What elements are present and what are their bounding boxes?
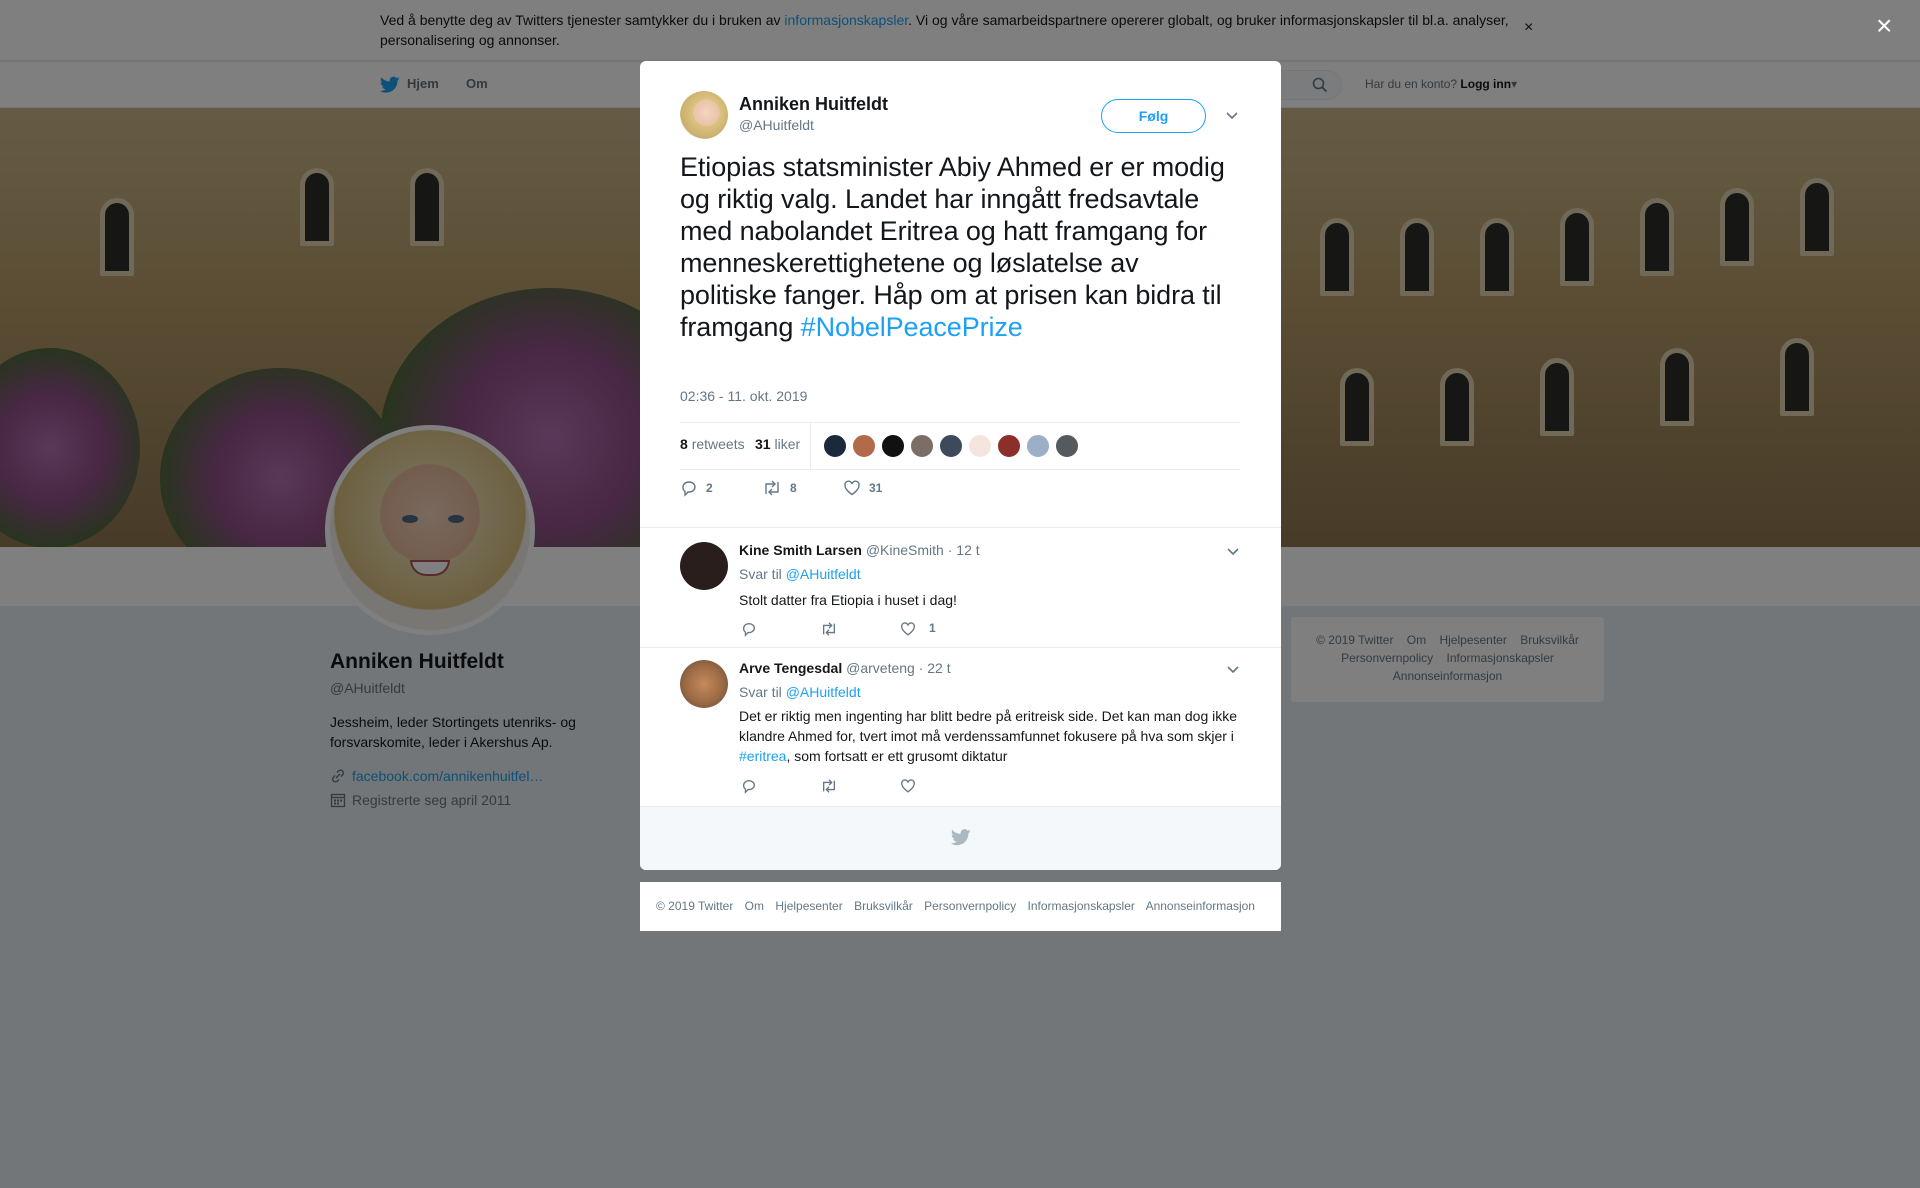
reply-mention[interactable]: @AHuitfeldt [786,566,861,582]
liker-avatar[interactable] [910,434,934,458]
like-count: 31 [869,481,883,495]
retweet-icon[interactable] [820,621,838,637]
reply-author-handle[interactable]: @KineSmith [866,542,944,558]
liker-avatars [823,434,1079,458]
reply-actions: 1 [739,621,1039,641]
modal-bottom-bar [640,806,1281,870]
footer-link-about[interactable]: Om [745,899,764,913]
reply-action[interactable]: 2 [680,479,713,497]
tweet-timestamp[interactable]: 02:36 - 11. okt. 2019 [680,388,807,404]
like-stat-label: liker [774,436,801,452]
reply-like-count: 1 [929,621,936,635]
reply-time[interactable]: · 22 t [919,660,951,676]
footer-link-cookies[interactable]: Informasjonskapsler [1028,899,1135,913]
reply-text: Det er riktig men ingenting har blitt be… [739,706,1244,766]
reply-hashtag[interactable]: #eritrea [739,748,786,764]
retweet-icon [765,480,779,496]
reply-icon[interactable] [741,621,757,637]
reply-mention[interactable]: @AHuitfeldt [786,684,861,700]
heart-icon [844,480,860,496]
reply-author-name[interactable]: Kine Smith Larsen [739,542,862,558]
heart-icon[interactable] [900,621,916,637]
liker-avatar[interactable] [1055,434,1079,458]
heart-icon[interactable] [900,778,916,794]
like-stat[interactable]: 31 liker [755,436,800,452]
reply-actions [739,778,1039,798]
reply-text-before: Det er riktig men ingenting har blitt be… [739,708,1238,744]
footer-link-terms[interactable]: Bruksvilkår [854,899,913,913]
tweet-hashtag[interactable]: #NobelPeacePrize [801,312,1023,342]
reply-header: Kine Smith Larsen @KineSmith · 12 t [739,542,980,558]
liker-avatar[interactable] [852,434,876,458]
reply-author-name[interactable]: Arve Tengesdal [739,660,842,676]
liker-avatar[interactable] [997,434,1021,458]
stats-divider [810,423,811,469]
like-action[interactable]: 31 [843,479,882,497]
liker-avatar[interactable] [881,434,905,458]
author-handle[interactable]: @AHuitfeldt [739,117,814,133]
chevron-down-icon[interactable] [1225,108,1239,122]
reply-to-label: Svar til [739,566,782,582]
retweet-stat[interactable]: 8 retweets [680,436,745,452]
reply-item[interactable]: Arve Tengesdal @arveteng · 22 t Svar til… [640,647,1281,806]
tweet-stats: 8 retweets 31 liker [680,422,1240,470]
reply-count: 2 [706,481,713,495]
modal-footer: © 2019 Twitter Om Hjelpesenter Bruksvilk… [640,882,1281,931]
chevron-down-icon[interactable] [1226,544,1240,558]
reply-item[interactable]: Kine Smith Larsen @KineSmith · 12 t Svar… [640,527,1281,647]
retweet-icon[interactable] [820,778,838,794]
reply-icon[interactable] [741,778,757,794]
retweet-stat-count: 8 [680,436,688,452]
footer-copyright: © 2019 Twitter [656,899,734,913]
close-icon[interactable]: × [1876,12,1892,40]
reply-to-label: Svar til [739,684,782,700]
tweet-actions: 2 8 31 [680,479,1240,501]
retweet-stat-label: retweets [691,436,745,452]
reply-header: Arve Tengesdal @arveteng · 22 t [739,660,951,676]
reply-text: Stolt datter fra Etiopia i huset i dag! [739,592,957,608]
tweet-text: Etiopias statsminister Abiy Ahmed er er … [680,151,1240,343]
tweet-modal: Anniken Huitfeldt @AHuitfeldt Følg Etiop… [640,61,1281,870]
reply-time[interactable]: · 12 t [948,542,980,558]
reply-to: Svar til @AHuitfeldt [739,684,861,700]
footer-link-ads[interactable]: Annonseinformasjon [1146,899,1255,913]
like-stat-count: 31 [755,436,771,452]
liker-avatar[interactable] [823,434,847,458]
twitter-bird-icon [951,829,971,846]
author-avatar[interactable] [680,91,728,139]
footer-link-help[interactable]: Hjelpesenter [775,899,842,913]
retweet-count: 8 [790,481,797,495]
reply-text-after: , som fortsatt er ett grusomt diktatur [786,748,1008,764]
follow-button[interactable]: Følg [1101,99,1206,133]
reply-icon [682,481,696,497]
liker-avatar[interactable] [968,434,992,458]
reply-avatar[interactable] [680,660,728,708]
liker-avatar[interactable] [1026,434,1050,458]
reply-avatar[interactable] [680,542,728,590]
retweet-action[interactable]: 8 [762,479,797,497]
reply-author-handle[interactable]: @arveteng [846,660,915,676]
liker-avatar[interactable] [939,434,963,458]
author-name[interactable]: Anniken Huitfeldt [739,94,888,115]
tweet-header: Anniken Huitfeldt @AHuitfeldt Følg [680,91,1240,151]
reply-to: Svar til @AHuitfeldt [739,566,861,582]
footer-link-privacy[interactable]: Personvernpolicy [924,899,1016,913]
chevron-down-icon[interactable] [1226,662,1240,676]
